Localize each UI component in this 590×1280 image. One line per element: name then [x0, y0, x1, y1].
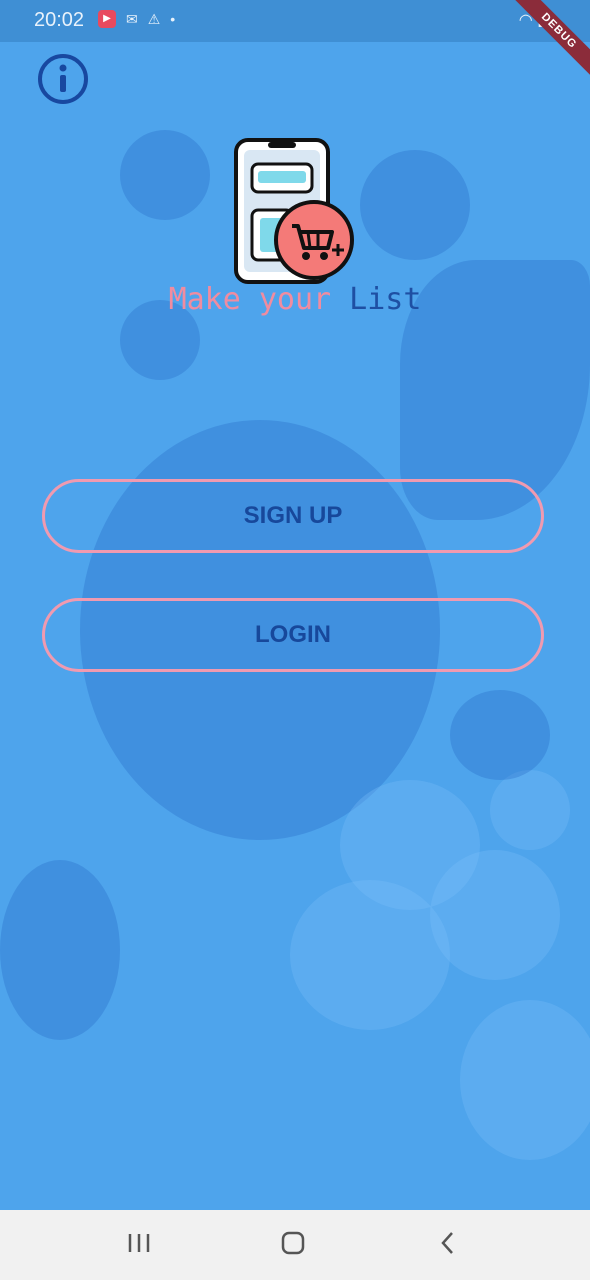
- info-icon: [38, 54, 88, 104]
- status-bar: 20:02 ▶ ✉ ⚠ • ◠ ▮ DEBUG: [0, 0, 590, 84]
- login-button[interactable]: LOGIN: [42, 598, 544, 672]
- status-time: 20:02: [34, 9, 85, 31]
- phone-cart-icon: [232, 138, 358, 288]
- dot-icon: •: [170, 11, 176, 27]
- back-icon[interactable]: [436, 1228, 462, 1258]
- warning-icon: ⚠: [147, 10, 161, 27]
- app-title-part1: Make your: [168, 282, 332, 317]
- youtube-icon: ▶: [98, 10, 116, 28]
- app-title-part2: List: [331, 282, 422, 317]
- info-button[interactable]: [36, 52, 90, 106]
- recent-apps-icon[interactable]: [126, 1228, 152, 1258]
- home-icon[interactable]: [280, 1228, 306, 1258]
- app-title: Make your List: [0, 282, 590, 317]
- navigation-bar: [0, 1210, 590, 1280]
- signup-button[interactable]: SIGN UP: [42, 479, 544, 553]
- notification-icon: ✉: [126, 10, 138, 27]
